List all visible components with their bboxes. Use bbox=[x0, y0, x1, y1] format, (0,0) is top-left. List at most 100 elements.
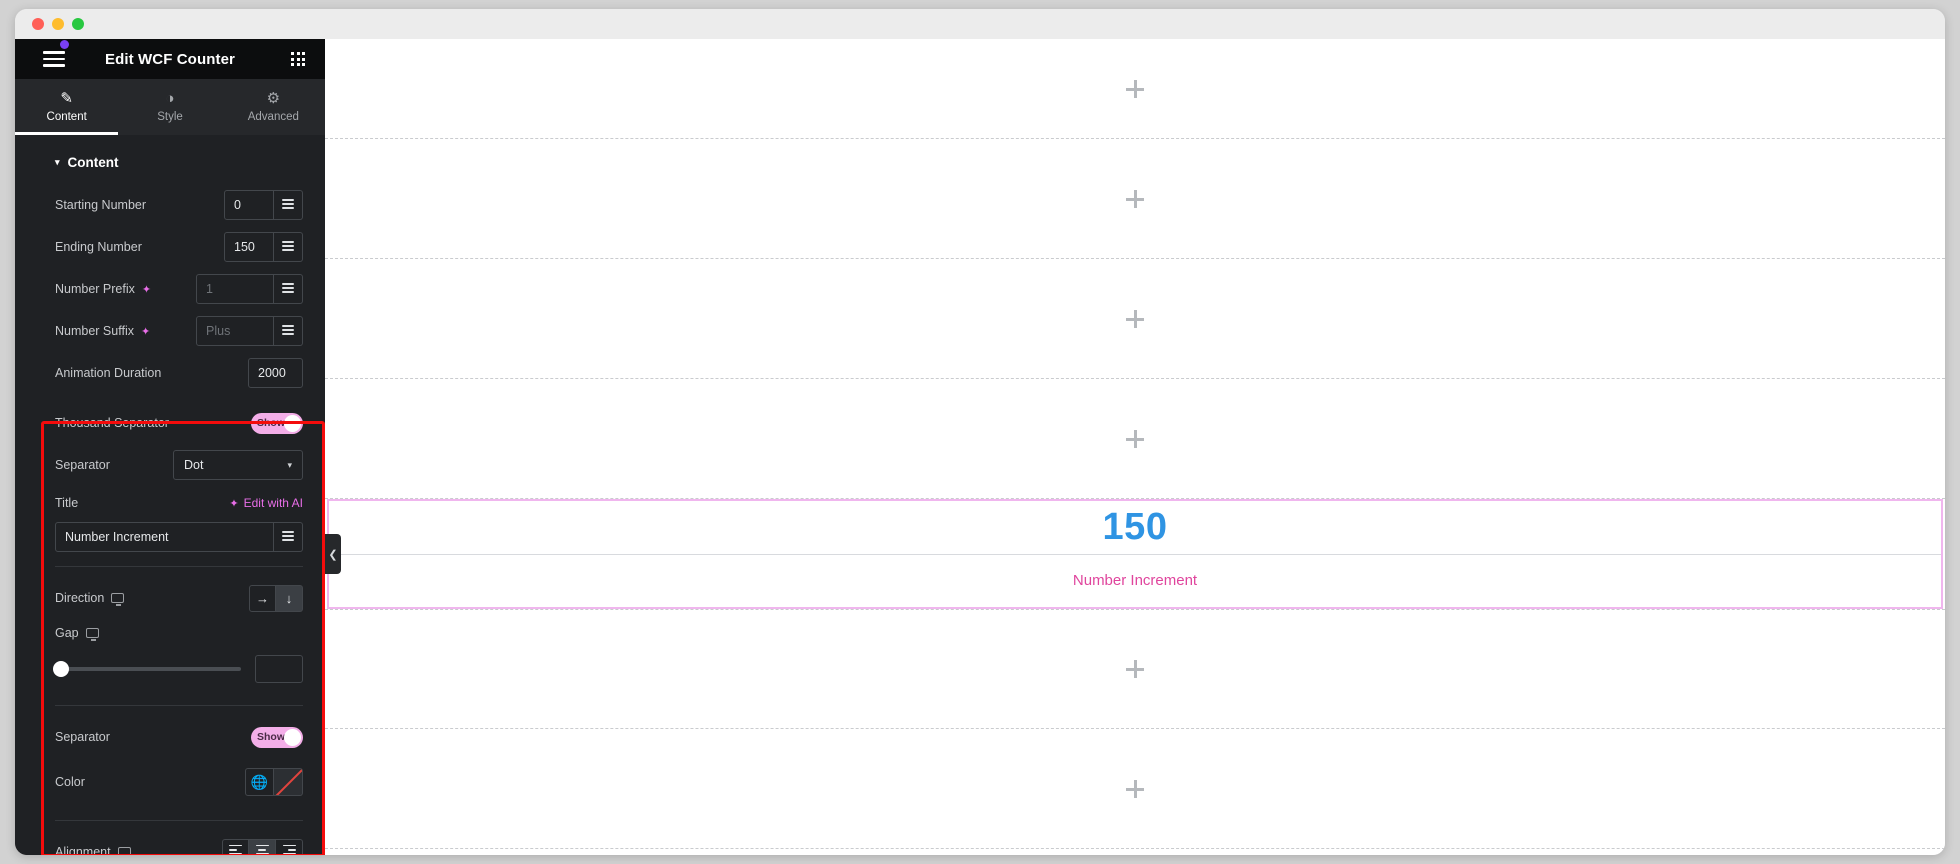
row-thousand-separator: Thousand Separator Show bbox=[15, 402, 325, 444]
gap-text: Gap bbox=[55, 626, 79, 640]
arrow-right-icon: → bbox=[256, 590, 269, 606]
content-section-header[interactable]: ▾ Content bbox=[15, 135, 325, 184]
direction-button-group: → ↓ bbox=[249, 584, 303, 612]
direction-column-button[interactable]: ↓ bbox=[276, 584, 303, 612]
row-number-prefix: Number Prefix ✦ bbox=[15, 268, 325, 310]
tab-style[interactable]: ◑ Style bbox=[118, 79, 221, 135]
divider bbox=[55, 820, 303, 821]
contrast-icon: ◑ bbox=[165, 90, 175, 107]
database-icon bbox=[282, 198, 294, 212]
ending-number-input[interactable] bbox=[224, 232, 274, 262]
pencil-icon: ✎ bbox=[60, 90, 73, 107]
separator-select[interactable]: Dot ▾ bbox=[173, 450, 303, 480]
panel-collapse-button[interactable]: ❮ bbox=[325, 534, 341, 574]
number-prefix-text: Number Prefix bbox=[55, 282, 135, 296]
number-suffix-label: Number Suffix ✦ bbox=[55, 324, 150, 338]
row-gap: Gap bbox=[15, 619, 325, 647]
edit-with-ai-button[interactable]: ✦ Edit with AI bbox=[229, 496, 303, 510]
empty-section[interactable] bbox=[325, 39, 1945, 139]
color-controls: 🌐 bbox=[245, 768, 303, 796]
empty-section[interactable] bbox=[325, 259, 1945, 379]
ai-sparkle-icon[interactable]: ✦ bbox=[142, 283, 151, 296]
tab-style-label: Style bbox=[157, 111, 183, 123]
plus-icon[interactable] bbox=[1126, 189, 1144, 208]
row-color: Color 🌐 bbox=[15, 758, 325, 806]
minimize-window-button[interactable] bbox=[52, 18, 64, 30]
ending-number-label: Ending Number bbox=[55, 240, 142, 254]
globe-icon[interactable]: 🌐 bbox=[245, 768, 274, 796]
hamburger-icon[interactable] bbox=[43, 40, 69, 71]
title-dynamic-button[interactable] bbox=[274, 522, 303, 552]
direction-text: Direction bbox=[55, 591, 105, 605]
starting-number-input[interactable] bbox=[224, 190, 274, 220]
tab-content[interactable]: ✎ Content bbox=[15, 79, 119, 135]
number-suffix-dynamic-button[interactable] bbox=[274, 316, 303, 346]
monitor-icon[interactable] bbox=[117, 847, 131, 855]
empty-section[interactable] bbox=[325, 139, 1945, 259]
gap-value-input[interactable] bbox=[255, 655, 303, 683]
number-suffix-input[interactable] bbox=[196, 316, 274, 346]
separator-select-value: Dot bbox=[184, 458, 204, 472]
counter-number: 150 bbox=[1102, 505, 1168, 548]
empty-section[interactable] bbox=[325, 609, 1945, 729]
align-left-button[interactable] bbox=[222, 838, 249, 855]
row-direction: Direction → ↓ bbox=[15, 577, 325, 619]
editor-panel: Edit WCF Counter ✎ Content ◑ Style ⚙ Adv… bbox=[15, 39, 325, 855]
database-icon bbox=[282, 530, 294, 544]
maximize-window-button[interactable] bbox=[72, 18, 84, 30]
plus-icon[interactable] bbox=[1126, 660, 1144, 678]
animation-duration-input[interactable] bbox=[248, 358, 303, 388]
empty-section[interactable] bbox=[325, 379, 1945, 499]
counter-widget[interactable]: 150 Number Increment bbox=[327, 499, 1943, 609]
plus-icon[interactable] bbox=[1126, 429, 1144, 448]
title-input[interactable] bbox=[55, 522, 274, 552]
title-label: Title bbox=[55, 496, 79, 510]
monitor-icon[interactable] bbox=[85, 628, 99, 641]
alignment-button-group bbox=[222, 838, 303, 855]
tab-advanced[interactable]: ⚙ Advanced bbox=[222, 79, 325, 135]
monitor-icon[interactable] bbox=[111, 593, 125, 606]
database-icon bbox=[282, 324, 294, 338]
ending-number-dynamic-button[interactable] bbox=[274, 232, 303, 262]
color-swatch-button[interactable] bbox=[274, 768, 303, 796]
align-right-button[interactable] bbox=[276, 838, 303, 855]
divider bbox=[55, 566, 303, 567]
gap-slider-handle[interactable] bbox=[53, 661, 69, 677]
grid-apps-icon[interactable] bbox=[291, 52, 305, 66]
row-alignment: Alignment bbox=[15, 831, 325, 855]
separator-toggle[interactable]: Show bbox=[251, 726, 303, 748]
chevron-down-icon: ▾ bbox=[55, 157, 60, 167]
align-center-button[interactable] bbox=[249, 838, 276, 855]
row-ending-number: Ending Number bbox=[15, 226, 325, 268]
empty-section[interactable] bbox=[325, 729, 1945, 849]
panel-content-scroll[interactable]: ▾ Content Starting Number Ending Numbe bbox=[15, 135, 325, 855]
align-left-icon bbox=[229, 844, 242, 855]
tab-advanced-label: Advanced bbox=[247, 111, 299, 123]
separator-select-label: Separator bbox=[55, 458, 110, 472]
align-right-icon bbox=[282, 844, 296, 855]
number-prefix-dynamic-button[interactable] bbox=[274, 274, 303, 304]
database-icon bbox=[282, 282, 294, 296]
number-prefix-input[interactable] bbox=[196, 274, 274, 304]
direction-row-button[interactable]: → bbox=[249, 584, 276, 612]
starting-number-dynamic-button[interactable] bbox=[274, 190, 303, 220]
thousand-separator-toggle[interactable]: Show bbox=[251, 412, 303, 434]
counter-title: Number Increment bbox=[1072, 572, 1198, 590]
animation-duration-label: Animation Duration bbox=[55, 366, 162, 380]
chevron-down-icon: ▾ bbox=[287, 459, 292, 470]
gap-slider-row bbox=[15, 647, 325, 691]
app-window: Edit WCF Counter ✎ Content ◑ Style ⚙ Adv… bbox=[15, 9, 1945, 855]
title-input-row bbox=[15, 522, 325, 552]
plus-icon[interactable] bbox=[1126, 779, 1144, 798]
thousand-separator-label: Thousand Separator bbox=[55, 416, 169, 430]
plus-icon[interactable] bbox=[1126, 79, 1144, 98]
close-window-button[interactable] bbox=[32, 18, 44, 30]
arrow-down-icon: ↓ bbox=[285, 590, 293, 606]
gap-label: Gap bbox=[55, 626, 99, 641]
gear-icon: ⚙ bbox=[266, 90, 281, 107]
plus-icon[interactable] bbox=[1126, 309, 1144, 328]
gap-slider[interactable] bbox=[53, 661, 241, 677]
editor-canvas[interactable]: 150 Number Increment bbox=[325, 39, 1945, 855]
ai-sparkle-icon[interactable]: ✦ bbox=[141, 325, 150, 338]
separator-toggle-label-text: Show bbox=[257, 731, 285, 743]
